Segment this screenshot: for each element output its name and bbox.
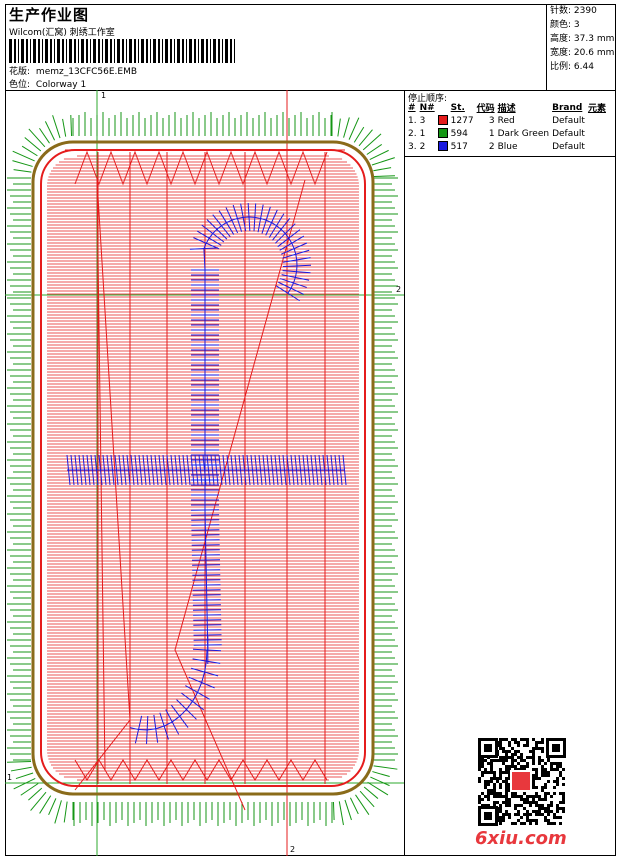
mark-right-label: 2 [396, 285, 401, 294]
row-code: 2 [488, 141, 495, 152]
mark-bottom-label: 2 [290, 845, 295, 854]
row-brand: Default [552, 141, 585, 152]
col-element: 元素 [587, 104, 606, 114]
row-element [588, 114, 609, 127]
row-stitches: 594 [450, 128, 468, 139]
embroidery-stitch-drawing: 1 1 2 2 [5, 90, 404, 856]
row-description: Dark Green [497, 128, 550, 139]
stat-width: 宽度: 20.6 mm [550, 48, 615, 58]
color-swatch [437, 141, 448, 152]
row-element [588, 127, 609, 140]
col-needle: N# [419, 102, 435, 113]
table-row: 2. 1 594 1 Dark Green Default [408, 127, 609, 140]
col-brand: Brand [552, 102, 583, 113]
row-num: 3. [408, 141, 417, 152]
qr-code-icon [478, 738, 566, 826]
watermark-logo: 6xiu.com [475, 828, 567, 849]
page-title: 生产作业图 [9, 6, 90, 24]
table-row: 1. 3 1277 3 Red Default [408, 114, 609, 127]
colorway-row: 色位: Colorway 1 [9, 77, 86, 90]
studio-name: Wilcom(汇窝) 刺绣工作室 [9, 28, 115, 38]
row-stitches: 517 [450, 141, 468, 152]
embroidery-design-canvas: 1 1 2 2 [5, 90, 405, 856]
color-swatch [437, 115, 448, 126]
row-needle: 3 [419, 115, 426, 126]
design-file-value: memz_13CFC56E.EMB [35, 67, 138, 77]
row-needle: 2 [419, 141, 426, 152]
row-brand: Default [552, 128, 585, 139]
row-brand: Default [552, 115, 585, 126]
row-code: 3 [488, 115, 495, 126]
col-stitches: St. [450, 102, 465, 113]
col-description: 描述 [497, 104, 516, 114]
color-swatch [437, 128, 448, 139]
row-needle: 1 [419, 128, 426, 139]
stop-sequence-table: # N# St. 代码 描述 Brand 元素 1. 3 1277 3 Red … [408, 101, 609, 153]
mark-top-label: 1 [101, 91, 106, 100]
stat-colors: 颜色: 3 [550, 20, 580, 30]
barcode [9, 39, 235, 63]
stitch-layer [5, 90, 404, 856]
stop-sequence-header-row: # N# St. 代码 描述 Brand 元素 [408, 101, 609, 115]
worksheet-header: 生产作业图 Wilcom(汇窝) 刺绣工作室 花版: memz_13CFC56E… [5, 4, 616, 91]
row-num: 1. [408, 115, 417, 126]
row-element [588, 140, 609, 153]
col-num: # [408, 102, 416, 113]
row-stitches: 1277 [450, 115, 474, 126]
design-file-row: 花版: memz_13CFC56E.EMB [9, 64, 137, 77]
row-description: Red [497, 115, 515, 126]
stat-scale: 比例: 6.44 [550, 62, 594, 72]
row-num: 2. [408, 128, 417, 139]
col-swatch [438, 101, 451, 114]
stat-stitches: 针数: 2390 [550, 6, 597, 16]
stop-sequence-panel: 停止顺序: # N# St. 代码 描述 Brand 元素 1. 3 1277 … [405, 90, 616, 157]
design-file-label: 花版: [9, 67, 31, 77]
colorway-label: 色位: [9, 80, 31, 90]
row-description: Blue [497, 141, 518, 152]
col-code: 代码 [476, 104, 495, 114]
colorway-value: Colorway 1 [35, 80, 87, 90]
mark-left-label: 1 [7, 773, 12, 782]
stats-panel: 针数: 2390 颜色: 3 高度: 37.3 mm 宽度: 20.6 mm 比… [546, 4, 616, 90]
stat-height: 高度: 37.3 mm [550, 34, 615, 44]
table-row: 3. 2 517 2 Blue Default [408, 140, 609, 153]
row-code: 1 [488, 128, 495, 139]
